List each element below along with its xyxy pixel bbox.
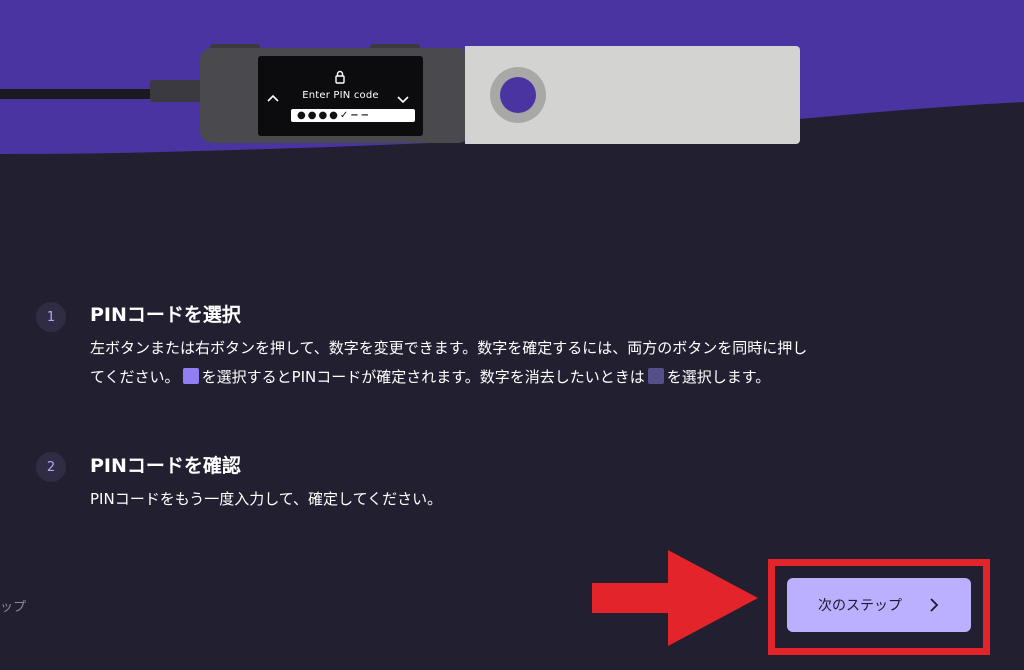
device-screen-label: Enter PIN code	[302, 90, 379, 101]
step-1-body-text-c: を選択します。	[666, 368, 771, 386]
next-step-button[interactable]: 次のステップ	[787, 578, 971, 632]
step-1-title: PINコードを選択	[90, 304, 241, 326]
previous-step-link[interactable]: ップ	[0, 596, 26, 615]
step-1-number: 1	[36, 302, 66, 332]
chevron-right-icon	[930, 598, 939, 612]
step-2-number: 2	[36, 452, 66, 482]
step-1-body-text-b: を選択するとPINコードが確定されます。数字を消去したいときは	[201, 368, 645, 386]
next-step-label: 次のステップ	[818, 598, 902, 614]
check-icon	[182, 368, 199, 384]
step-1-body: 左ボタンまたは右ボタンを押して、数字を変更できます。数字を確定するには、両方のボ…	[90, 334, 820, 392]
delete-icon	[647, 368, 664, 384]
pin-entry-display: ●●●●✓−−	[291, 109, 415, 122]
arrow-annotation	[592, 550, 758, 646]
step-2-body: PINコードをもう一度入力して、確定してください。	[90, 490, 443, 508]
step-2-title: PINコードを確認	[90, 455, 241, 477]
lock-icon	[335, 70, 345, 84]
